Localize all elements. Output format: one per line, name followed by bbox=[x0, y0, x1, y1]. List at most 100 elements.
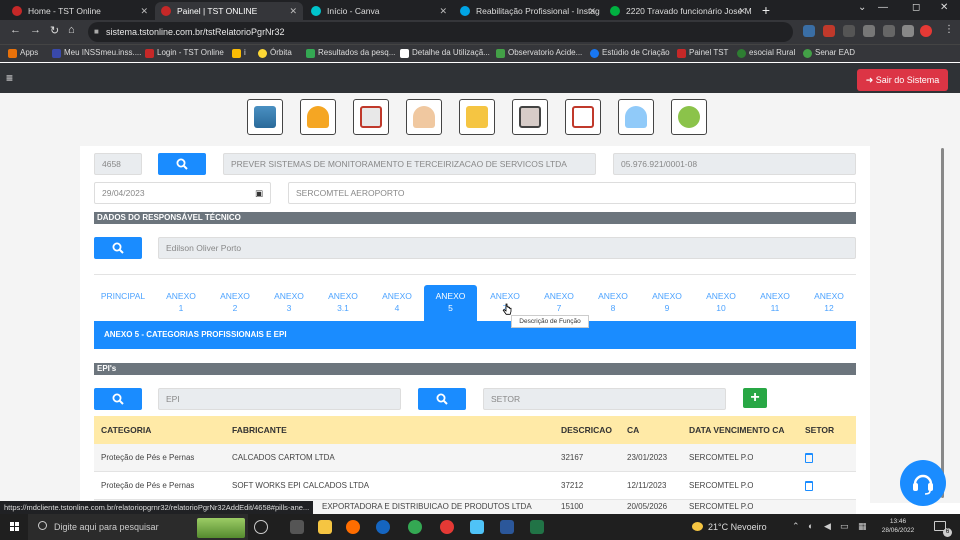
close-tab-icon[interactable]: ✕ bbox=[738, 2, 746, 20]
calendar-icon[interactable]: ▣ bbox=[255, 183, 263, 203]
extension-icon[interactable] bbox=[863, 25, 875, 37]
tab-anexo-9[interactable]: ANEXO 9 bbox=[640, 285, 694, 321]
logout-button[interactable]: ➜ Sair do Sistema bbox=[857, 69, 948, 91]
bookmark-item[interactable]: Apps bbox=[8, 48, 38, 58]
menu-toggle-icon[interactable]: ≡ bbox=[6, 71, 13, 85]
explorer-icon[interactable] bbox=[290, 520, 304, 534]
windows-start-icon[interactable] bbox=[10, 522, 20, 532]
tab-anexo-4[interactable]: ANEXO 4 bbox=[370, 285, 424, 321]
network-icon[interactable]: ◐ bbox=[808, 521, 813, 531]
support-chat-button[interactable] bbox=[900, 460, 946, 506]
tab-principal[interactable]: PRINCIPAL bbox=[94, 285, 152, 321]
scrollbar[interactable] bbox=[941, 148, 944, 498]
doctor-icon[interactable] bbox=[406, 99, 442, 135]
task-view-icon[interactable] bbox=[254, 520, 268, 534]
helmet-icon[interactable] bbox=[300, 99, 336, 135]
browser-tab[interactable]: Início - Canva ✕ bbox=[305, 2, 453, 20]
minimize-icon[interactable]: — bbox=[878, 2, 888, 13]
bookmark-item[interactable]: Órbita bbox=[258, 48, 292, 58]
search-epi-button[interactable] bbox=[94, 388, 142, 410]
app-icon[interactable] bbox=[376, 520, 390, 534]
bookmark-item[interactable]: Painel TST bbox=[677, 48, 728, 58]
battery-icon[interactable]: ▭ bbox=[840, 521, 849, 532]
firefox-icon[interactable] bbox=[346, 520, 360, 534]
cnpj-field[interactable]: 05.976.921/0001-08 bbox=[613, 153, 856, 175]
search-responsible-button[interactable] bbox=[94, 237, 142, 259]
new-tab-button[interactable]: + bbox=[758, 3, 774, 19]
bookmark-item[interactable]: Senar EAD bbox=[803, 48, 855, 58]
bookmark-item[interactable]: Detalhe da Utilizaçã... bbox=[400, 48, 490, 58]
excel-icon[interactable] bbox=[530, 520, 544, 534]
tab-anexo-12[interactable]: ANEXO 12 bbox=[802, 285, 856, 321]
browser-tab[interactable]: Home - TST Online ✕ bbox=[6, 2, 154, 20]
responsible-name-field[interactable]: Edilson Oliver Porto bbox=[158, 237, 856, 259]
forward-icon[interactable]: → bbox=[30, 24, 41, 36]
date-field[interactable]: 29/04/2023 ▣ bbox=[94, 182, 271, 204]
sector-field[interactable]: SERCOMTEL AEROPORTO bbox=[288, 182, 856, 204]
bookmark-item[interactable]: Observatorio Acide... bbox=[496, 48, 582, 58]
close-tab-icon[interactable]: ✕ bbox=[289, 2, 297, 20]
extension-icon[interactable] bbox=[843, 25, 855, 37]
bookmark-item[interactable]: esocial Rural bbox=[737, 48, 795, 58]
volume-icon[interactable]: ◀ bbox=[824, 521, 831, 532]
tab-anexo-2[interactable]: ANEXO 2 bbox=[208, 285, 262, 321]
column-header: SETOR bbox=[805, 425, 835, 435]
menu-dots-icon[interactable]: ⋮ bbox=[944, 25, 956, 37]
maximize-icon[interactable]: ◻ bbox=[912, 2, 920, 13]
app-icon[interactable] bbox=[470, 520, 484, 534]
tab-search-icon[interactable]: ⌄ bbox=[858, 2, 866, 13]
folder-icon[interactable] bbox=[318, 520, 332, 534]
profile-avatar-icon[interactable] bbox=[920, 25, 932, 37]
trash-icon[interactable] bbox=[805, 453, 813, 463]
add-epi-button[interactable]: + bbox=[743, 388, 767, 408]
word-icon[interactable] bbox=[500, 520, 514, 534]
table-cell: CALCADOS CARTOM LTDA bbox=[232, 453, 335, 462]
tab-anexo-11[interactable]: ANEXO 11 bbox=[748, 285, 802, 321]
bookmark-item[interactable]: Resultados da pesq... bbox=[306, 48, 395, 58]
chrome-icon[interactable] bbox=[408, 520, 422, 534]
home-icon[interactable]: ⌂ bbox=[68, 24, 75, 36]
close-tab-icon[interactable]: ✕ bbox=[588, 2, 596, 20]
extension-icon[interactable] bbox=[823, 25, 835, 37]
search-setor-button[interactable] bbox=[418, 388, 466, 410]
close-tab-icon[interactable]: ✕ bbox=[140, 2, 148, 20]
tray-chevron-icon[interactable]: ⌃ bbox=[792, 521, 800, 532]
company-name-field[interactable]: PREVER SISTEMAS DE MONITORAMENTO E TERCE… bbox=[223, 153, 596, 175]
taskbar-clock[interactable]: 13:46 28/06/2022 bbox=[880, 517, 916, 535]
browser-tab-active[interactable]: Painel | TST ONLINE ✕ bbox=[155, 2, 303, 20]
tab-anexo-5[interactable]: ANEXO 5 bbox=[424, 285, 477, 321]
epi-input[interactable]: EPI bbox=[158, 388, 401, 410]
care-hands-icon[interactable] bbox=[671, 99, 707, 135]
folder-icon[interactable] bbox=[459, 99, 495, 135]
tab-anexo-3[interactable]: ANEXO 3 bbox=[262, 285, 316, 321]
address-bar[interactable]: ■ sistema.tstonline.com.br/tstRelatorioP… bbox=[88, 22, 793, 42]
setor-input[interactable]: SETOR bbox=[483, 388, 726, 410]
close-window-icon[interactable]: ✕ bbox=[940, 2, 948, 13]
tab-anexo-10[interactable]: ANEXO 10 bbox=[694, 285, 748, 321]
browser-tab[interactable]: Reabilitação Profissional - Instag ✕ bbox=[454, 2, 602, 20]
reload-icon[interactable]: ↻ bbox=[50, 24, 59, 37]
trash-icon[interactable] bbox=[805, 481, 813, 491]
bookmark-item[interactable]: Login - TST Online bbox=[145, 48, 224, 58]
tab-anexo-8[interactable]: ANEXO 8 bbox=[586, 285, 640, 321]
company-code-field[interactable]: 4658 bbox=[94, 153, 142, 175]
clipboard-icon[interactable] bbox=[512, 99, 548, 135]
language-icon[interactable]: ▦ bbox=[858, 521, 867, 532]
checklist-icon[interactable] bbox=[565, 99, 601, 135]
bookmark-item[interactable]: i bbox=[232, 48, 246, 58]
bookmark-item[interactable]: Meu INSSmeu.inss.... bbox=[52, 48, 141, 58]
building-icon[interactable] bbox=[247, 99, 283, 135]
tab-anexo-3-1[interactable]: ANEXO 3.1 bbox=[316, 285, 370, 321]
bookmark-item[interactable]: Estúdio de Criação bbox=[590, 48, 670, 58]
extension-icon[interactable] bbox=[803, 25, 815, 37]
search-company-button[interactable] bbox=[158, 153, 206, 175]
sidebar-icon[interactable] bbox=[902, 25, 914, 37]
medical-record-icon[interactable] bbox=[353, 99, 389, 135]
app-icon[interactable] bbox=[440, 520, 454, 534]
close-tab-icon[interactable]: ✕ bbox=[439, 2, 447, 20]
tab-anexo-1[interactable]: ANEXO 1 bbox=[154, 285, 208, 321]
extension-icon[interactable] bbox=[883, 25, 895, 37]
browser-tab[interactable]: 2220 Travado funcionário José M ✕ bbox=[604, 2, 752, 20]
nurse-icon[interactable] bbox=[618, 99, 654, 135]
back-icon[interactable]: ← bbox=[10, 24, 21, 36]
